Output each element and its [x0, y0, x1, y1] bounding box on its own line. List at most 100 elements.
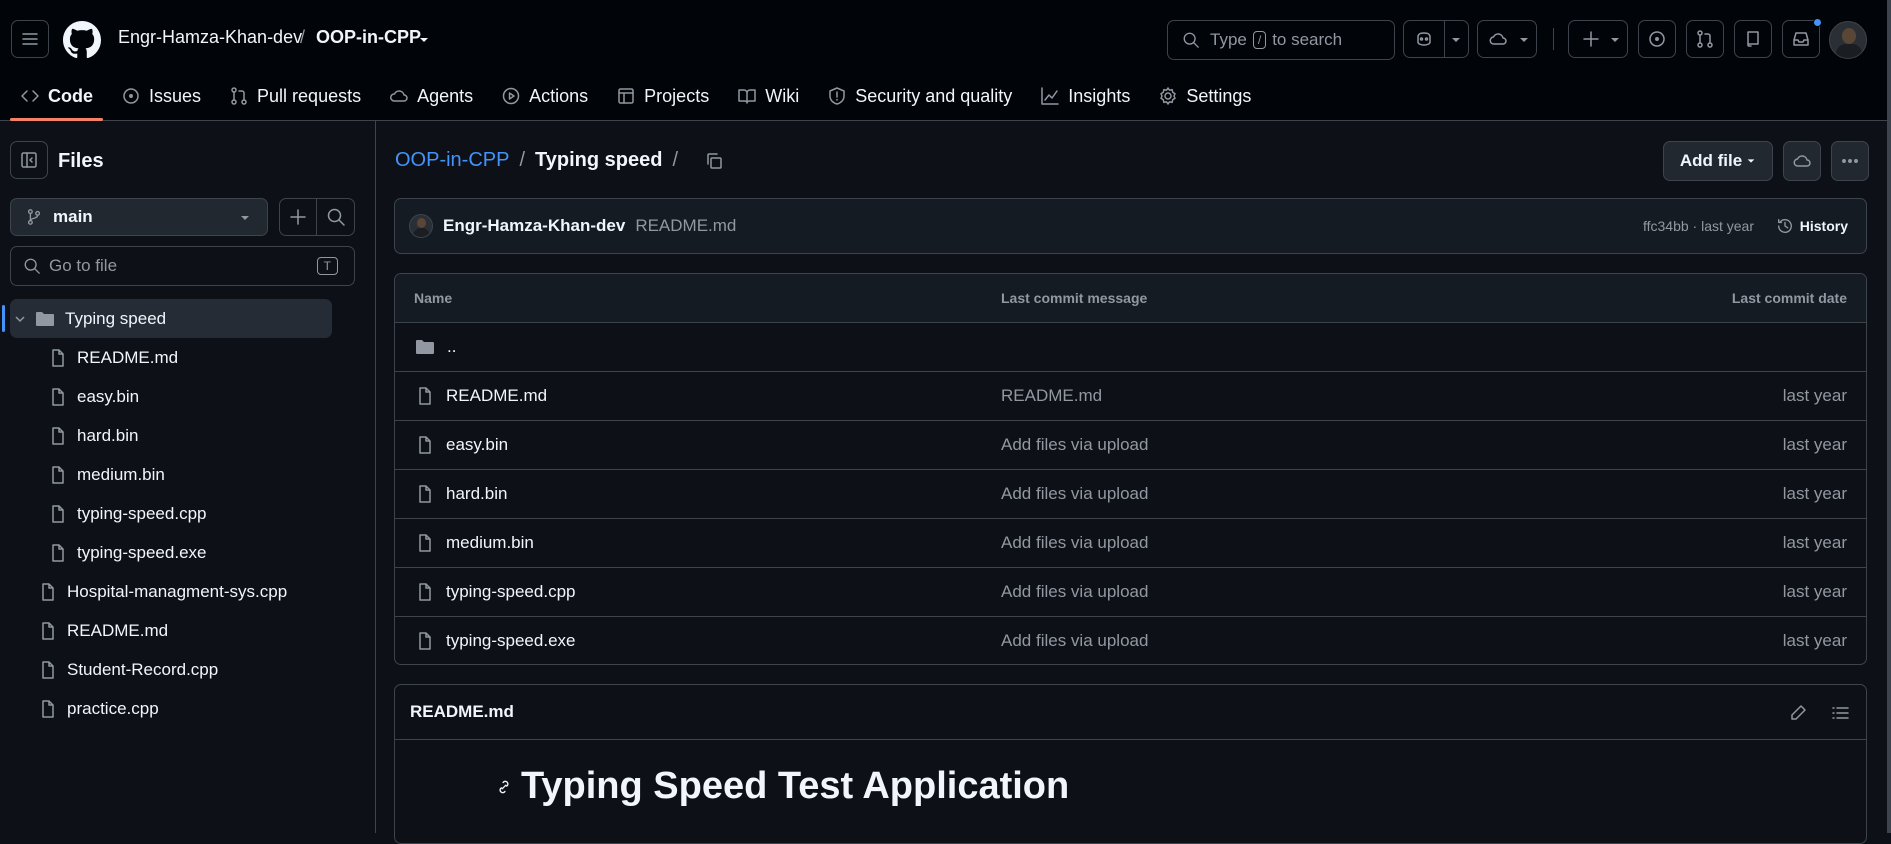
window-scrollbar[interactable] — [1887, 0, 1891, 833]
file-icon — [419, 534, 431, 552]
tab-wiki[interactable]: Wiki — [727, 74, 809, 118]
github-logo-icon[interactable] — [63, 21, 101, 59]
copy-path-button[interactable] — [704, 151, 724, 171]
avatar[interactable] — [409, 214, 433, 238]
branch-selector[interactable]: main — [10, 198, 268, 236]
tree-file[interactable]: README.md — [0, 338, 376, 377]
more-options-button[interactable] — [1831, 141, 1869, 181]
tree-file[interactable]: Student-Record.cpp — [0, 650, 376, 689]
readme-title[interactable]: README.md — [410, 702, 514, 722]
graph-icon — [1041, 87, 1060, 105]
tree-file[interactable]: easy.bin — [0, 377, 376, 416]
file-icon — [419, 436, 431, 454]
issues-button[interactable] — [1638, 20, 1676, 58]
tree-file[interactable]: typing-speed.cpp — [0, 494, 376, 533]
search-files-button[interactable] — [317, 199, 354, 235]
copilot-button[interactable] — [1403, 20, 1469, 58]
tree-file[interactable]: hard.bin — [0, 416, 376, 455]
tree-file[interactable]: practice.cpp — [0, 689, 376, 728]
commit-message[interactable]: README.md — [635, 216, 736, 236]
table-row[interactable]: medium.bin Add files via upload last yea… — [395, 518, 1866, 567]
tab-security[interactable]: Security and quality — [817, 74, 1022, 118]
table-row[interactable]: typing-speed.cpp Add files via upload la… — [395, 567, 1866, 616]
chevron-down-icon — [1452, 38, 1460, 42]
tree-item-label: Hospital-managment-sys.cpp — [67, 581, 288, 601]
tree-folder-typing-speed[interactable]: Typing speed — [2, 299, 332, 338]
link-icon[interactable] — [495, 778, 513, 796]
caret-down-icon[interactable] — [418, 34, 430, 46]
search-placeholder-post: to search — [1272, 30, 1343, 49]
repo-owner-link[interactable]: Engr-Hamza-Khan-dev — [118, 27, 302, 48]
codespaces-button[interactable] — [1477, 20, 1537, 58]
repo-nav: Code Issues Pull requests Agents Actions… — [0, 74, 1269, 121]
tree-file[interactable]: typing-speed.exe — [0, 533, 376, 572]
tab-issues[interactable]: Issues — [111, 74, 211, 118]
tab-code[interactable]: Code — [10, 74, 103, 121]
add-file-button[interactable]: Add file — [1663, 141, 1773, 181]
breadcrumb-separator: / — [519, 149, 526, 171]
table-row[interactable]: README.md README.md last year — [395, 371, 1866, 420]
file-name[interactable]: hard.bin — [446, 484, 507, 504]
table-row[interactable]: easy.bin Add files via upload last year — [395, 420, 1866, 469]
file-commit-date: last year — [1782, 484, 1847, 503]
readme-header: README.md — [395, 685, 1866, 740]
edit-readme-button[interactable] — [1788, 703, 1808, 723]
tree-file[interactable]: medium.bin — [0, 455, 376, 494]
pull-request-icon — [231, 87, 247, 105]
tab-agents[interactable]: Agents — [379, 74, 483, 118]
outline-button[interactable] — [1830, 703, 1850, 723]
tab-actions[interactable]: Actions — [491, 74, 598, 118]
collapse-sidebar-button[interactable] — [10, 141, 48, 179]
play-icon — [502, 87, 520, 105]
pull-requests-button[interactable] — [1686, 20, 1724, 58]
file-icon — [42, 660, 54, 679]
table-row[interactable]: typing-speed.exe Add files via upload la… — [395, 616, 1866, 664]
issue-icon — [1649, 31, 1665, 47]
repo-icon — [1747, 31, 1759, 47]
tree-file[interactable]: Hospital-managment-sys.cpp — [0, 572, 376, 611]
tab-agents-label: Agents — [417, 85, 474, 106]
file-commit-message[interactable]: Add files via upload — [1001, 582, 1148, 602]
tab-insights[interactable]: Insights — [1030, 74, 1140, 118]
file-commit-message[interactable]: Add files via upload — [1001, 631, 1148, 651]
file-icon — [52, 387, 64, 406]
history-button[interactable]: History — [1776, 217, 1848, 235]
tab-settings[interactable]: Settings — [1148, 74, 1261, 118]
file-icon — [419, 632, 431, 650]
file-name[interactable]: medium.bin — [446, 533, 534, 553]
copy-icon — [707, 152, 722, 169]
file-name[interactable]: typing-speed.exe — [446, 631, 575, 651]
commit-meta[interactable]: ffc34bb · last year — [1643, 218, 1754, 234]
file-name[interactable]: typing-speed.cpp — [446, 582, 575, 602]
inbox-button[interactable] — [1782, 18, 1822, 58]
parent-directory-row[interactable]: .. — [395, 322, 1866, 371]
create-new-button[interactable] — [1568, 20, 1628, 58]
repo-name-link[interactable]: OOP-in-CPP — [316, 27, 421, 48]
cloud-upload-button[interactable] — [1783, 141, 1821, 181]
tab-security-label: Security and quality — [855, 85, 1013, 106]
add-file-button[interactable] — [280, 199, 318, 235]
tree-item-label: practice.cpp — [67, 698, 159, 718]
chevron-down-icon — [241, 216, 249, 220]
file-commit-message[interactable]: Add files via upload — [1001, 435, 1148, 455]
search-input[interactable]: Type / to search — [1167, 20, 1395, 60]
file-name[interactable]: easy.bin — [446, 435, 508, 455]
tab-projects[interactable]: Projects — [606, 74, 719, 118]
table-row[interactable]: hard.bin Add files via upload last year — [395, 469, 1866, 518]
main-content: OOP-in-CPP / Typing speed / Add file Eng… — [377, 121, 1891, 844]
file-commit-date: last year — [1782, 386, 1847, 405]
file-commit-message[interactable]: Add files via upload — [1001, 484, 1148, 504]
file-commit-message[interactable]: Add files via upload — [1001, 533, 1148, 553]
commit-author[interactable]: Engr-Hamza-Khan-dev — [443, 216, 625, 236]
file-commit-message[interactable]: README.md — [1001, 386, 1102, 406]
breadcrumb-repo-link[interactable]: OOP-in-CPP — [395, 149, 509, 172]
readme-heading: Typing Speed Test Application — [495, 765, 1069, 808]
history-label: History — [1799, 218, 1848, 234]
repositories-button[interactable] — [1734, 20, 1772, 58]
file-name[interactable]: README.md — [446, 386, 547, 406]
go-to-file-input[interactable]: Go to file T — [10, 246, 355, 286]
tab-pull-requests[interactable]: Pull requests — [219, 74, 371, 118]
avatar[interactable] — [1829, 21, 1867, 59]
menu-button[interactable] — [11, 20, 49, 58]
tree-file[interactable]: README.md — [0, 611, 376, 650]
